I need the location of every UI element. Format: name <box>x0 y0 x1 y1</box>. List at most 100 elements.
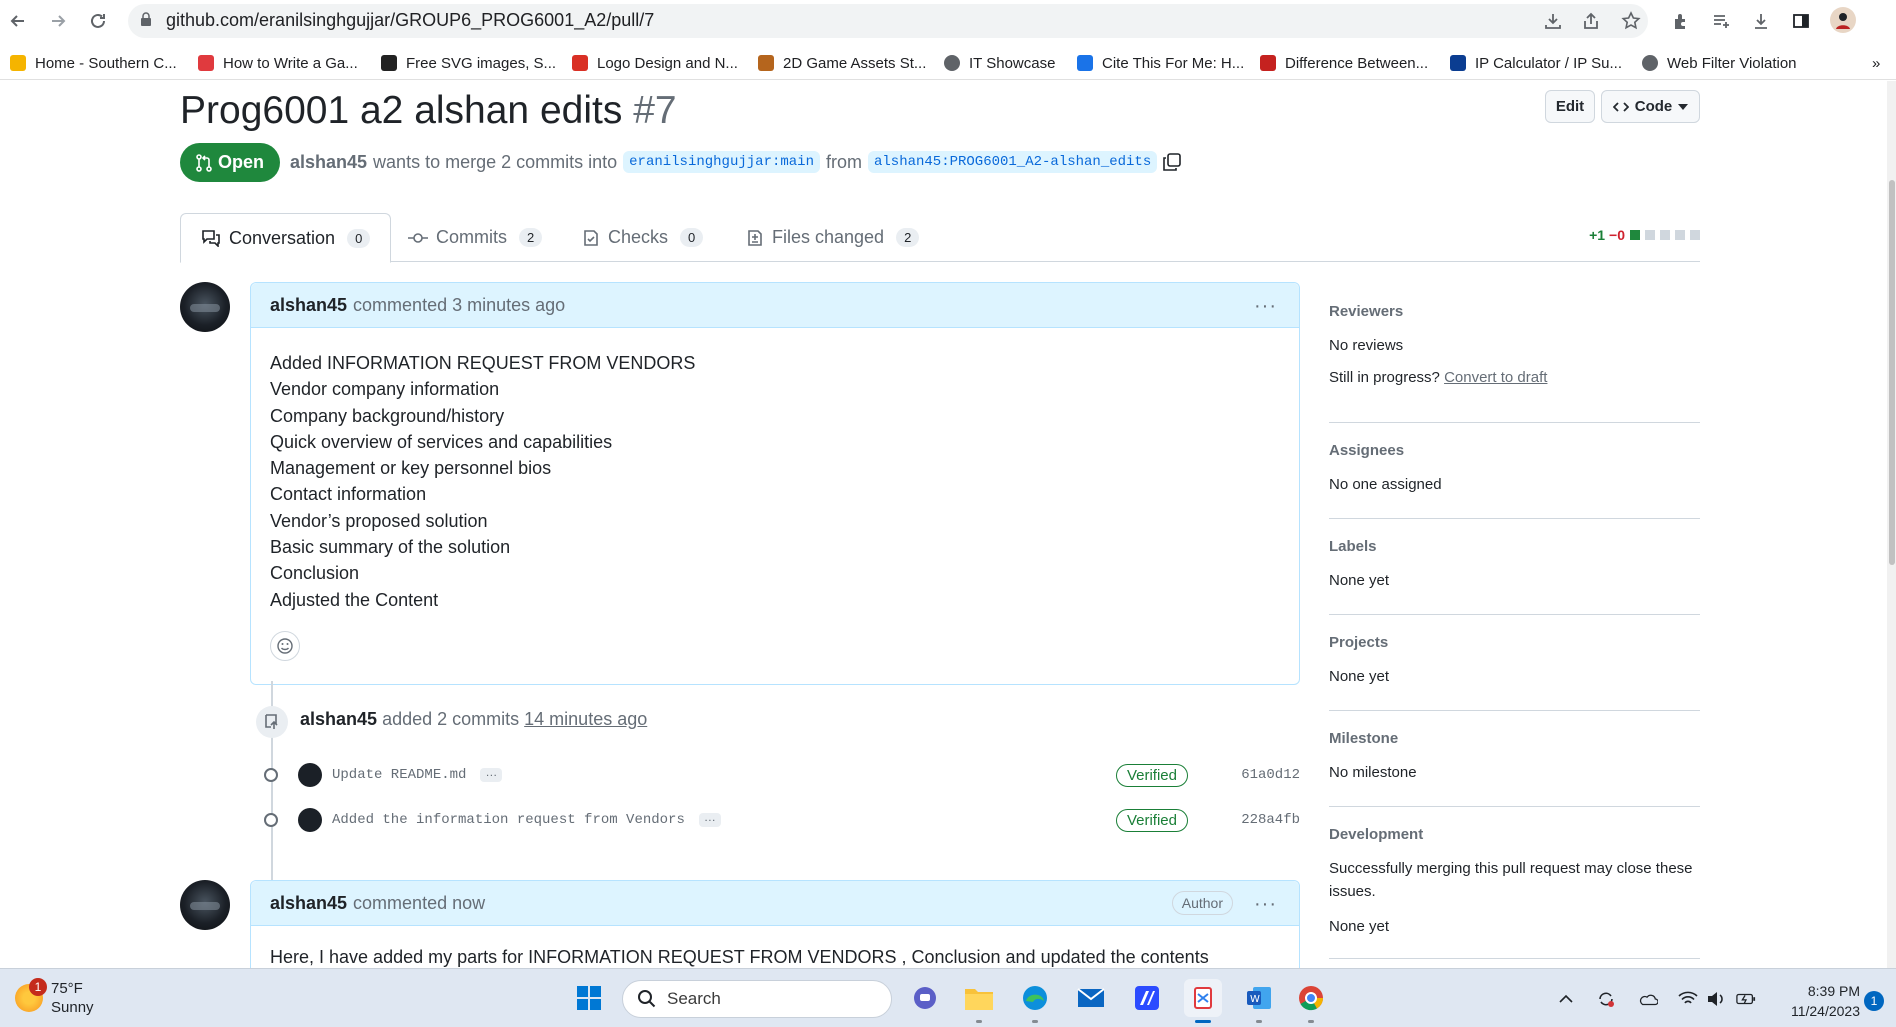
reload-icon[interactable] <box>84 7 112 35</box>
sidebar-heading[interactable]: Milestone <box>1329 730 1700 747</box>
bookmark-item[interactable]: Difference Between... <box>1260 52 1428 74</box>
sidebar-value: None yet <box>1329 918 1390 935</box>
sidebar-heading[interactable]: Development <box>1329 826 1700 843</box>
edit-button[interactable]: Edit <box>1545 90 1595 123</box>
sync-icon[interactable] <box>1596 989 1616 1009</box>
diffstat-block <box>1690 230 1700 240</box>
bookmark-item[interactable]: 2D Game Assets St... <box>758 52 926 74</box>
bookmark-item[interactable]: IP Calculator / IP Su... <box>1450 52 1622 74</box>
vpn-app-icon[interactable] <box>1128 979 1166 1017</box>
bookmark-item[interactable]: IT Showcase <box>944 52 1055 74</box>
install-icon[interactable] <box>1542 10 1564 32</box>
avatar[interactable] <box>180 880 230 930</box>
author-badge: Author <box>1171 891 1233 915</box>
commit-author-avatar[interactable] <box>298 808 322 832</box>
tab-conversation[interactable]: Conversation 0 <box>180 213 392 263</box>
taskbar-search[interactable]: Search <box>622 980 892 1018</box>
verified-badge[interactable]: Verified <box>1115 763 1188 787</box>
bookmark-item[interactable]: Web Filter Violation <box>1642 52 1797 74</box>
pr-state-badge: Open <box>180 143 280 182</box>
smiley-icon <box>277 638 293 654</box>
sidebar-heading[interactable]: Reviewers <box>1329 303 1700 320</box>
bookmark-item[interactable]: Home - Southern C... <box>10 52 177 74</box>
add-reaction-button[interactable] <box>270 630 300 661</box>
teams-chat-icon[interactable] <box>906 979 944 1017</box>
comment-line: Added INFORMATION REQUEST FROM VENDORS <box>270 353 696 373</box>
bookmark-item[interactable]: Cite This For Me: H... <box>1077 52 1244 74</box>
commit-expand-button[interactable]: … <box>698 811 721 827</box>
snipping-tool-icon[interactable] <box>1184 979 1222 1023</box>
chrome-icon[interactable] <box>1292 979 1330 1023</box>
commit-sha[interactable]: 228a4fb <box>1241 812 1300 828</box>
bookmark-favicon <box>10 55 26 71</box>
bookmark-item[interactable]: How to Write a Ga... <box>198 52 358 74</box>
battery-icon[interactable] <box>1736 989 1756 1009</box>
bookmark-label: IP Calculator / IP Su... <box>1475 54 1623 72</box>
git-commit-icon <box>264 768 278 782</box>
sidebar-development-text: Successfully merging this pull request m… <box>1329 860 1693 900</box>
reading-list-icon[interactable] <box>1710 10 1732 32</box>
pr-author-link[interactable]: alshan45 <box>290 152 367 173</box>
commit-author-avatar[interactable] <box>298 763 322 787</box>
word-icon[interactable]: W <box>1240 979 1278 1023</box>
notification-badge[interactable]: 1 <box>1864 991 1884 1011</box>
sidebar-heading[interactable]: Assignees <box>1329 442 1700 459</box>
sidebar-milestone: Milestone No milestone <box>1329 730 1700 807</box>
copy-icon[interactable] <box>1163 153 1182 171</box>
mail-icon[interactable] <box>1072 979 1110 1017</box>
bookmark-favicon <box>1077 55 1093 71</box>
comment-options-icon[interactable]: ··· <box>1254 893 1277 916</box>
bookmark-item[interactable]: Logo Design and N... <box>572 52 738 74</box>
comment-line: Basic summary of the solution <box>270 537 511 558</box>
commit-message[interactable]: Added the information request from Vendo… <box>332 812 685 828</box>
comment-timestamp[interactable]: commented now <box>353 893 485 914</box>
start-button[interactable] <box>570 979 608 1017</box>
tab-counter: 0 <box>347 228 371 248</box>
forward-icon[interactable] <box>44 7 72 35</box>
bookmark-item[interactable]: Free SVG images, S... <box>381 52 556 74</box>
commit-message[interactable]: Update README.md <box>332 767 466 783</box>
comment-options-icon[interactable]: ··· <box>1254 295 1277 318</box>
extensions-icon[interactable] <box>1670 10 1692 32</box>
url-text[interactable]: github.com/eranilsinghgujjar/GROUP6_PROG… <box>166 10 654 31</box>
scrollbar-thumb[interactable] <box>1889 180 1895 565</box>
avatar[interactable] <box>180 282 230 332</box>
sidebar-heading[interactable]: Projects <box>1329 634 1700 651</box>
share-icon[interactable] <box>1580 10 1602 32</box>
commit-expand-button[interactable]: … <box>480 766 503 782</box>
downloads-icon[interactable] <box>1750 10 1772 32</box>
back-icon[interactable] <box>4 7 32 35</box>
tab-commits[interactable]: Commits 2 <box>408 213 543 262</box>
comment-author[interactable]: alshan45 <box>270 295 347 316</box>
system-clock[interactable]: 8:39 PM 11/24/2023 <box>1772 981 1860 1021</box>
commit-sha[interactable]: 61a0d12 <box>1241 767 1300 783</box>
wifi-icon[interactable] <box>1678 989 1698 1009</box>
commits-author[interactable]: alshan45 <box>300 709 377 729</box>
verified-badge[interactable]: Verified <box>1115 808 1188 832</box>
merge-text: wants to merge 2 commits into <box>373 151 618 172</box>
commits-event-time[interactable]: 14 minutes ago <box>524 709 647 729</box>
side-panel-icon[interactable] <box>1790 10 1812 32</box>
head-branch[interactable]: alshan45:PROG6001_A2-alshan_edits <box>867 151 1158 173</box>
weather-temp: 75°F <box>51 980 83 997</box>
merge-summary: alshan45 wants to merge 2 commits into e… <box>290 151 1182 173</box>
profile-avatar[interactable] <box>1830 7 1856 33</box>
comment-timestamp[interactable]: commented 3 minutes ago <box>353 295 565 316</box>
convert-to-draft-link[interactable]: Convert to draft <box>1444 369 1547 386</box>
tab-files-changed[interactable]: Files changed 2 <box>746 213 920 262</box>
volume-icon[interactable] <box>1706 989 1726 1009</box>
bookmarks-overflow-button[interactable]: » <box>1872 52 1880 74</box>
comment-author[interactable]: alshan45 <box>270 893 347 914</box>
tab-counter: 0 <box>680 228 704 247</box>
edge-icon[interactable] <box>1016 979 1054 1023</box>
comment-line: Adjusted the Content <box>270 589 439 610</box>
weather-widget[interactable]: 1 75°F Sunny <box>15 978 94 1017</box>
chevron-up-icon[interactable] <box>1556 989 1576 1009</box>
code-button[interactable]: Code <box>1601 90 1700 123</box>
base-branch[interactable]: eranilsinghgujjar:main <box>623 151 820 173</box>
bookmark-star-icon[interactable] <box>1620 10 1642 32</box>
onedrive-icon[interactable] <box>1638 989 1658 1009</box>
tab-checks[interactable]: Checks 0 <box>582 213 704 262</box>
sidebar-heading[interactable]: Labels <box>1329 538 1700 555</box>
file-explorer-icon[interactable] <box>960 979 998 1023</box>
